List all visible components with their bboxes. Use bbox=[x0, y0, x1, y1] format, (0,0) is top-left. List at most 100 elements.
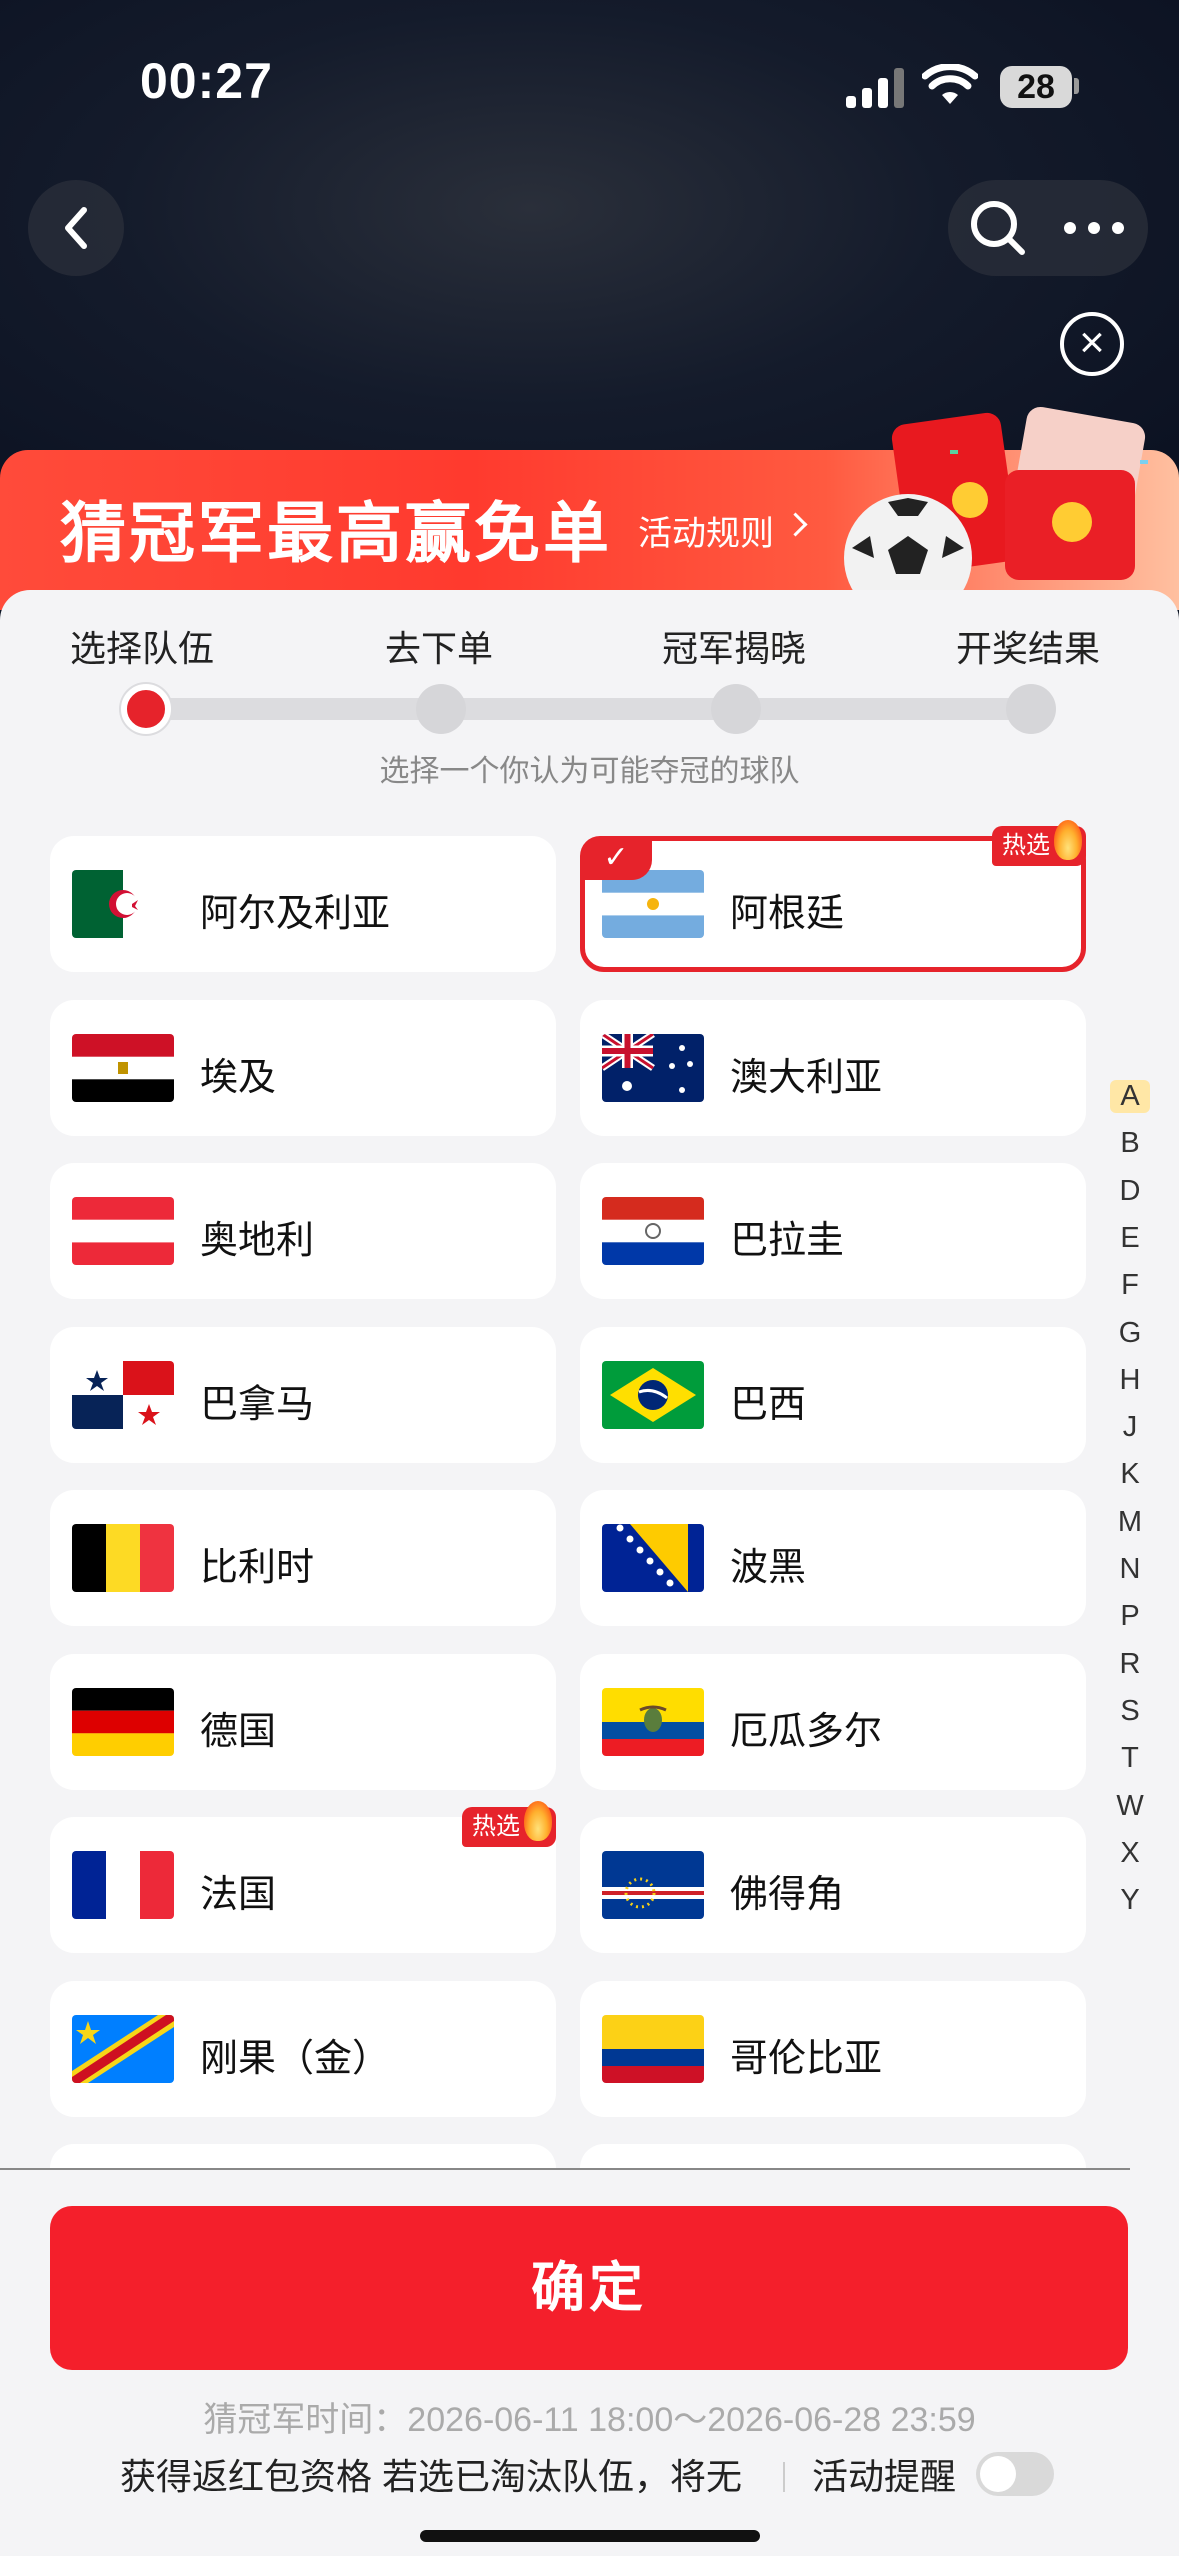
index-letter[interactable]: E bbox=[1110, 1222, 1150, 1255]
team-card-ecuador[interactable]: 厄瓜多尔 bbox=[580, 1653, 1086, 1790]
team-card-germany[interactable]: 德国 bbox=[50, 1653, 556, 1790]
banner-title: 猜冠军最高赢免单 bbox=[60, 496, 612, 570]
team-card-algeria[interactable]: 阿尔及利亚 bbox=[50, 836, 556, 972]
austria-flag-icon bbox=[72, 1197, 174, 1265]
index-letter[interactable]: P bbox=[1110, 1600, 1150, 1633]
selection-hint: 选择一个你认为可能夺冠的球队 bbox=[379, 755, 800, 788]
flame-icon bbox=[524, 1801, 552, 1841]
step-dot-3 bbox=[711, 684, 761, 734]
index-letter[interactable]: M bbox=[1110, 1506, 1150, 1539]
team-card-belgium[interactable]: 比利时 bbox=[50, 1490, 556, 1626]
team-card-bosnia[interactable]: 波黑 bbox=[580, 1490, 1086, 1626]
bosnia-flag-icon bbox=[602, 1524, 704, 1592]
wifi-icon bbox=[922, 64, 978, 104]
guess-time-info: 猜冠军时间：2026-06-11 18:00～2026-06-28 23:59 bbox=[203, 2401, 976, 2439]
index-letter[interactable]: N bbox=[1110, 1553, 1150, 1586]
hot-label: 热选 bbox=[1002, 832, 1050, 859]
step-dot-1 bbox=[121, 684, 171, 734]
index-letter[interactable]: H bbox=[1110, 1364, 1150, 1397]
team-name: 德国 bbox=[200, 1710, 277, 1753]
index-letter[interactable]: F bbox=[1110, 1269, 1150, 1302]
team-card-brazil[interactable]: 巴西 bbox=[580, 1326, 1086, 1463]
team-card-dr-congo[interactable]: 刚果（金） bbox=[50, 1980, 556, 2117]
step-label-1: 选择队伍 bbox=[70, 628, 215, 669]
team-name: 佛得角 bbox=[730, 1874, 845, 1916]
team-card-panama[interactable]: 巴拿马 bbox=[50, 1326, 556, 1463]
index-letter[interactable]: A bbox=[1110, 1080, 1150, 1113]
argentina-flag-icon bbox=[602, 870, 704, 938]
team-card-france[interactable]: 法国 热选 bbox=[50, 1801, 556, 1953]
rules-link[interactable]: 活动规则 bbox=[638, 506, 774, 555]
step-label-4: 开奖结果 bbox=[956, 628, 1101, 669]
index-letter[interactable]: G bbox=[1110, 1317, 1150, 1350]
team-name: 阿根廷 bbox=[730, 893, 845, 935]
team-card-paraguay[interactable]: 巴拉圭 bbox=[580, 1163, 1086, 1299]
brazil-flag-icon bbox=[602, 1360, 704, 1429]
team-name: 澳大利亚 bbox=[730, 1056, 883, 1099]
index-letter[interactable]: W bbox=[1110, 1790, 1150, 1823]
index-letter[interactable]: T bbox=[1110, 1742, 1150, 1775]
team-card-cape-verde[interactable]: 佛得角 bbox=[580, 1817, 1086, 1953]
chevron-left-icon bbox=[65, 207, 87, 249]
close-icon: × bbox=[1079, 318, 1105, 367]
hot-label: 热选 bbox=[472, 1813, 520, 1840]
index-letter[interactable]: D bbox=[1110, 1175, 1150, 1208]
team-name: 埃及 bbox=[200, 1056, 277, 1099]
france-flag-icon bbox=[72, 1851, 174, 1919]
back-button[interactable] bbox=[28, 180, 124, 276]
search-icon[interactable] bbox=[968, 198, 1028, 258]
confirm-button[interactable]: 确定 bbox=[50, 2206, 1128, 2370]
remind-label: 活动提醒 bbox=[812, 2456, 957, 2497]
flame-icon bbox=[1054, 820, 1082, 860]
home-indicator bbox=[420, 2530, 760, 2542]
team-name: 厄瓜多尔 bbox=[730, 1710, 883, 1753]
close-button[interactable]: × bbox=[1060, 312, 1124, 376]
index-letter[interactable]: S bbox=[1110, 1695, 1150, 1728]
team-name: 巴拉圭 bbox=[730, 1220, 845, 1262]
hot-badge: 热选 bbox=[992, 820, 1086, 866]
team-name: 阿尔及利亚 bbox=[200, 893, 391, 935]
index-letter[interactable]: J bbox=[1110, 1411, 1150, 1444]
germany-flag-icon bbox=[72, 1687, 174, 1756]
marquee-notice: 获得返红包资格 若选已淘汰队伍，将无 bbox=[120, 2448, 760, 2508]
ecuador-flag-icon bbox=[602, 1687, 704, 1756]
marquee-text: 获得返红包资格 若选已淘汰队伍，将无 bbox=[120, 2456, 743, 2497]
team-card-egypt[interactable]: 埃及 bbox=[50, 999, 556, 1136]
belgium-flag-icon bbox=[72, 1524, 174, 1592]
team-name: 巴西 bbox=[730, 1383, 807, 1426]
australia-flag-icon bbox=[602, 1033, 704, 1102]
team-card-austria[interactable]: 奥地利 bbox=[50, 1163, 556, 1299]
team-card-argentina[interactable]: 阿根廷 热选 ✓ bbox=[580, 820, 1086, 972]
team-name: 哥伦比亚 bbox=[730, 2037, 883, 2080]
team-name: 比利时 bbox=[200, 1547, 315, 1589]
paraguay-flag-icon bbox=[602, 1197, 704, 1265]
cape-verde-flag-icon bbox=[602, 1851, 704, 1919]
more-icon[interactable] bbox=[1062, 216, 1126, 240]
panama-flag-icon bbox=[72, 1360, 174, 1429]
separator bbox=[783, 2462, 785, 2492]
team-card-australia[interactable]: 澳大利亚 bbox=[580, 999, 1086, 1136]
team-card[interactable] bbox=[50, 2144, 556, 2168]
remind-toggle[interactable] bbox=[976, 2452, 1054, 2496]
index-letter[interactable]: K bbox=[1110, 1458, 1150, 1491]
team-name: 波黑 bbox=[730, 1547, 807, 1589]
progress-track bbox=[146, 698, 1032, 720]
index-letter[interactable]: X bbox=[1110, 1837, 1150, 1870]
team-name: 巴拿马 bbox=[200, 1383, 315, 1426]
step-dot-2 bbox=[416, 684, 466, 734]
team-card[interactable] bbox=[580, 2144, 1086, 2168]
check-icon: ✓ bbox=[580, 836, 652, 880]
team-name: 刚果（金） bbox=[200, 2037, 391, 2080]
battery-tip bbox=[1074, 78, 1079, 94]
egypt-flag-icon bbox=[72, 1033, 174, 1102]
colombia-flag-icon bbox=[602, 2014, 704, 2083]
team-name: 法国 bbox=[200, 1874, 277, 1916]
index-letter[interactable]: B bbox=[1110, 1127, 1150, 1160]
step-dot-4 bbox=[1006, 684, 1056, 734]
step-label-3: 冠军揭晓 bbox=[662, 628, 807, 669]
algeria-flag-icon bbox=[72, 870, 174, 938]
index-letter[interactable]: R bbox=[1110, 1648, 1150, 1681]
step-label-2: 去下单 bbox=[385, 628, 494, 669]
team-card-colombia[interactable]: 哥伦比亚 bbox=[580, 1980, 1086, 2117]
index-letter[interactable]: Y bbox=[1110, 1884, 1150, 1917]
